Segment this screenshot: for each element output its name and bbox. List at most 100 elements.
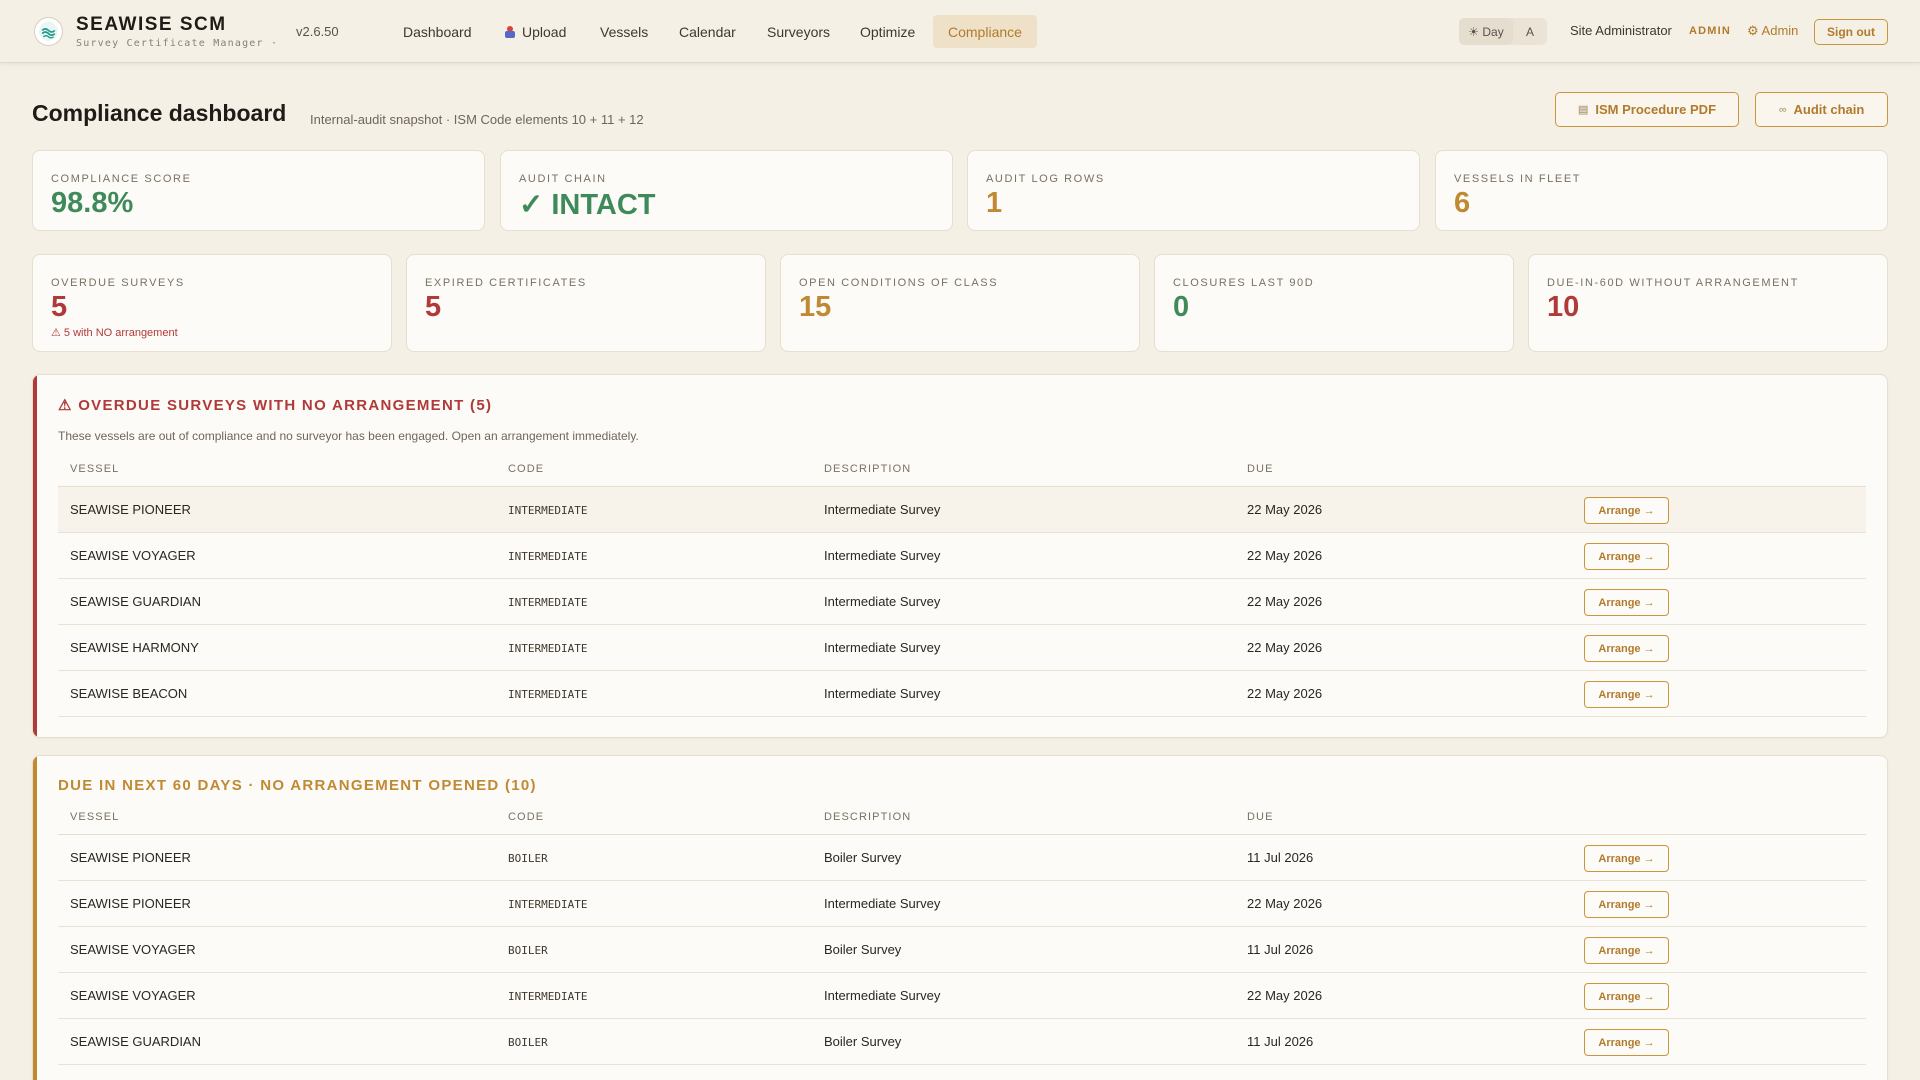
audit-chain-label: Audit chain <box>1793 102 1865 117</box>
due-cell: 22 May 2026 <box>1247 896 1323 911</box>
stat-value: 10 <box>1547 291 1580 323</box>
stat-value: 5 <box>425 291 442 323</box>
nav-dashboard[interactable]: Dashboard <box>388 15 487 48</box>
stat-label: OPEN CONDITIONS OF CLASS <box>799 277 999 289</box>
ism-procedure-pdf-label: ISM Procedure PDF <box>1595 102 1717 117</box>
stat-label: VESSELS IN FLEET <box>1454 173 1582 185</box>
due-cell: 22 May 2026 <box>1247 686 1323 701</box>
vessel-cell: SEAWISE VOYAGER <box>70 988 196 1003</box>
admin-link[interactable]: ⚙ Admin <box>1747 23 1798 39</box>
arrange-button[interactable]: Arrange → <box>1584 1029 1669 1056</box>
due-next-60-days-panel: DUE IN NEXT 60 DAYS · NO ARRANGEMENT OPE… <box>32 755 1888 1080</box>
arrange-button[interactable]: Arrange → <box>1584 543 1669 570</box>
description-cell: Intermediate Survey <box>824 594 941 609</box>
nav-compliance[interactable]: Compliance <box>933 15 1037 48</box>
arrange-button[interactable]: Arrange → <box>1584 635 1669 662</box>
table-header: VESSEL CODE DESCRIPTION DUE <box>58 453 1866 487</box>
table-row: SEAWISE PIONEER BOILER Boiler Survey 11 … <box>58 835 1866 881</box>
arrange-button[interactable]: Arrange → <box>1584 983 1669 1010</box>
description-cell: Intermediate Survey <box>824 502 941 517</box>
stat-value: 5 <box>51 291 68 323</box>
nav-calendar[interactable]: Calendar <box>664 15 751 48</box>
table-header: VESSEL CODE DESCRIPTION DUE <box>58 801 1866 835</box>
arrange-button[interactable]: Arrange → <box>1584 681 1669 708</box>
vessel-cell: SEAWISE GUARDIAN <box>70 1034 201 1049</box>
description-cell: Boiler Survey <box>824 942 902 957</box>
stat-value: 98.8% <box>51 187 134 219</box>
stat-label: DUE-IN-60D WITHOUT ARRANGEMENT <box>1547 277 1799 289</box>
audit-chain-button[interactable]: ∞ Audit chain <box>1755 92 1888 127</box>
arrange-button[interactable]: Arrange → <box>1584 589 1669 616</box>
upload-pin-icon <box>505 25 515 38</box>
vessel-cell: SEAWISE PIONEER <box>70 502 191 517</box>
description-cell: Intermediate Survey <box>824 640 941 655</box>
column-vessel: VESSEL <box>70 811 120 823</box>
due-cell: 22 May 2026 <box>1247 988 1323 1003</box>
stat-card-overdue-surveys: OVERDUE SURVEYS 5 ⚠ 5 with NO arrangemen… <box>32 254 392 352</box>
arrange-button[interactable]: Arrange → <box>1584 845 1669 872</box>
stat-card-closures-90d: CLOSURES LAST 90D 0 <box>1154 254 1514 352</box>
stat-label: COMPLIANCE SCORE <box>51 173 192 185</box>
code-cell: BOILER <box>508 1036 548 1049</box>
table-row: SEAWISE GUARDIAN BOILER Boiler Survey 11… <box>58 1019 1866 1065</box>
theme-day-option[interactable]: ☀ Day <box>1459 18 1513 45</box>
page-title: Compliance dashboard <box>32 100 287 126</box>
nav-upload-label: Upload <box>522 23 567 40</box>
nav-vessels[interactable]: Vessels <box>585 15 663 48</box>
description-cell: Boiler Survey <box>824 1034 902 1049</box>
panel-accent-bar <box>33 375 37 737</box>
table-row: SEAWISE VOYAGER INTERMEDIATE Intermediat… <box>58 973 1866 1019</box>
table-row: SEAWISE VOYAGER INTERMEDIATE Intermediat… <box>58 533 1866 579</box>
theme-auto-option[interactable]: A <box>1513 25 1547 39</box>
description-cell: Intermediate Survey <box>824 896 941 911</box>
vessel-cell: SEAWISE BEACON <box>70 686 188 701</box>
seawise-logo-icon[interactable] <box>34 17 63 46</box>
nav-upload[interactable]: Upload <box>490 15 581 48</box>
user-name: Site Administrator <box>1570 23 1672 38</box>
panel-title: DUE IN NEXT 60 DAYS · NO ARRANGEMENT OPE… <box>58 777 537 794</box>
theme-toggle[interactable]: ☀ Day A <box>1459 18 1547 45</box>
due-cell: 22 May 2026 <box>1247 502 1323 517</box>
nav-optimize-label: Optimize <box>860 23 916 40</box>
stat-card-audit-log-rows: AUDIT LOG ROWS 1 <box>967 150 1420 231</box>
stat-card-expired-certificates: EXPIRED CERTIFICATES 5 <box>406 254 766 352</box>
panel-title: ⚠ OVERDUE SURVEYS WITH NO ARRANGEMENT (5… <box>58 397 493 414</box>
column-due: DUE <box>1247 463 1274 475</box>
nav-calendar-label: Calendar <box>679 23 736 40</box>
column-description: DESCRIPTION <box>824 811 912 823</box>
arrange-button[interactable]: Arrange → <box>1584 497 1669 524</box>
page-subtitle: Internal-audit snapshot · ISM Code eleme… <box>310 112 644 127</box>
stat-label: AUDIT LOG ROWS <box>986 173 1105 185</box>
stat-card-open-conditions: OPEN CONDITIONS OF CLASS 15 <box>780 254 1140 352</box>
description-cell: Boiler Survey <box>824 850 902 865</box>
code-cell: BOILER <box>508 852 548 865</box>
table-row: SEAWISE PIONEER INTERMEDIATE Intermediat… <box>58 881 1866 927</box>
vessel-cell: SEAWISE PIONEER <box>70 850 191 865</box>
app-subtitle: Survey Certificate Manager · <box>76 38 279 49</box>
description-cell: Intermediate Survey <box>824 988 941 1003</box>
table-row: SEAWISE PIONEER INTERMEDIATE Intermediat… <box>58 487 1866 533</box>
panel-accent-bar <box>33 756 37 1080</box>
description-cell: Intermediate Survey <box>824 548 941 563</box>
description-cell: Intermediate Survey <box>824 686 941 701</box>
nav-surveyors[interactable]: Surveyors <box>752 15 845 48</box>
stat-card-audit-chain: AUDIT CHAIN ✓ INTACT <box>500 150 953 231</box>
due-cell: 11 Jul 2026 <box>1247 942 1314 957</box>
column-due: DUE <box>1247 811 1274 823</box>
vessel-cell: SEAWISE VOYAGER <box>70 942 196 957</box>
nav-optimize[interactable]: Optimize <box>845 15 930 48</box>
stat-value: 15 <box>799 291 832 323</box>
sign-out-button[interactable]: Sign out <box>1814 19 1888 45</box>
vessel-cell: SEAWISE VOYAGER <box>70 548 196 563</box>
nav-compliance-label: Compliance <box>948 23 1022 40</box>
arrange-button[interactable]: Arrange → <box>1584 937 1669 964</box>
app-name: SEAWISE SCM <box>76 14 227 35</box>
wave-icon <box>39 22 58 41</box>
top-navigation-bar: SEAWISE SCM Survey Certificate Manager ·… <box>0 0 1920 63</box>
table-row: SEAWISE BEACON INTERMEDIATE Intermediate… <box>58 671 1866 717</box>
ism-procedure-pdf-button[interactable]: ▤ ISM Procedure PDF <box>1555 92 1739 127</box>
due-cell: 22 May 2026 <box>1247 640 1323 655</box>
code-cell: INTERMEDIATE <box>508 596 588 609</box>
arrange-button[interactable]: Arrange → <box>1584 891 1669 918</box>
document-icon: ▤ <box>1577 104 1589 116</box>
